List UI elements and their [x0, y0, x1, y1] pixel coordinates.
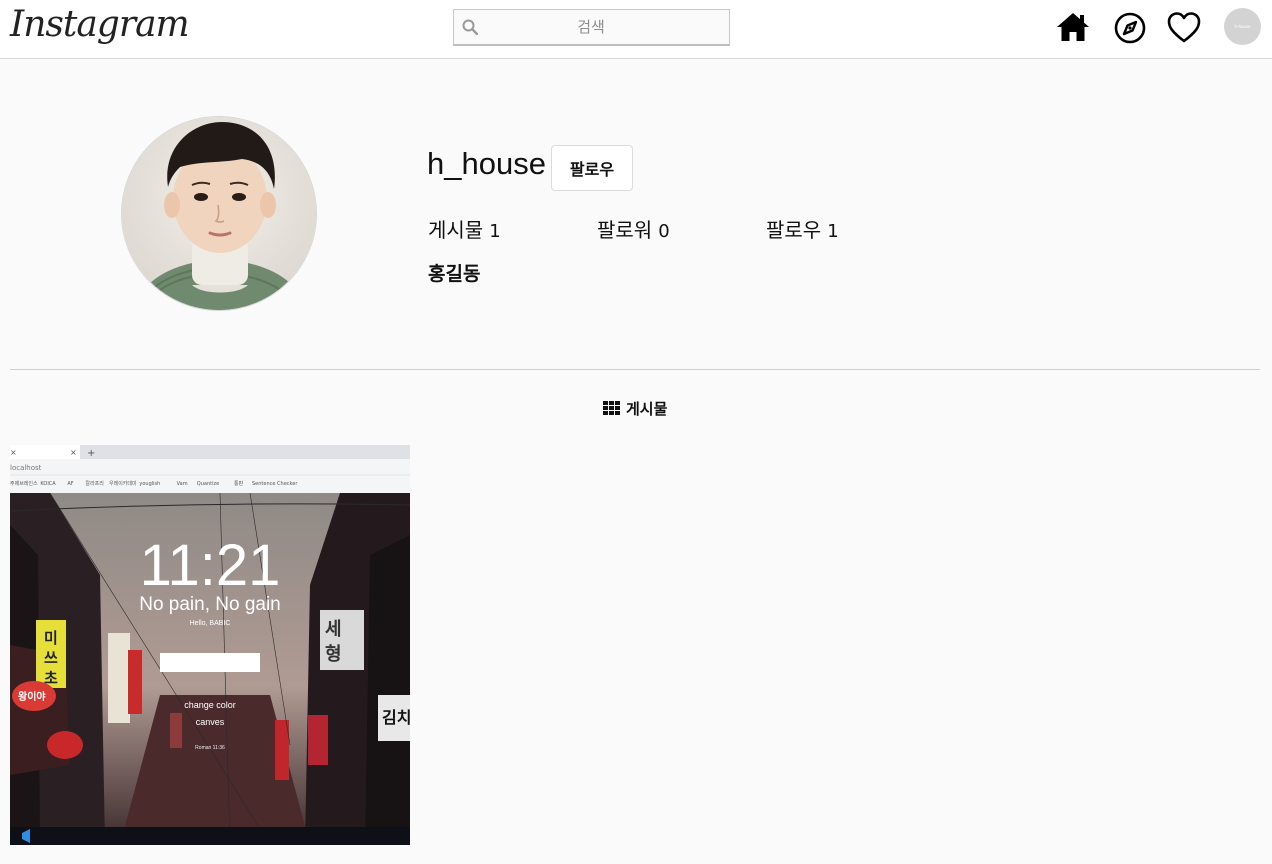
compass-icon[interactable] [1112, 10, 1148, 46]
post-bookmark-item: youglish [139, 481, 160, 487]
tab-posts[interactable]: 게시물 [603, 398, 667, 419]
following-count-stat[interactable]: 팔로우 1 [766, 214, 839, 243]
profile-username: h_house [427, 146, 546, 181]
post-bookmark-item: Quantize [197, 481, 219, 487]
svg-text:+: + [87, 448, 95, 459]
section-divider [10, 369, 1260, 370]
post-verse: Roman 11:36 [195, 745, 225, 751]
followers-count-stat[interactable]: 팔로워 0 [597, 214, 670, 243]
post-image: × × + localhost 주제브레인스 KOICA AF 칼라프리 우레이카데미 y… [10, 445, 410, 845]
following-stat-value: 1 [827, 221, 839, 242]
follow-button[interactable]: 팔로우 [551, 145, 633, 191]
post-bookmark-item: 우레이카데미 [109, 480, 137, 487]
svg-text:형: 형 [325, 644, 342, 665]
top-nav-bar: Instagram h-house [0, 0, 1272, 59]
search-icon [462, 19, 478, 35]
post-thumbnail[interactable]: × × + localhost 주제브레인스 KOICA AF 칼라프리 우레이카데미 y… [10, 445, 410, 845]
followers-stat-value: 0 [658, 221, 670, 242]
profile-avatar-button[interactable]: h-house [1224, 8, 1261, 45]
profile-real-name: 홍길동 [428, 263, 481, 285]
following-stat-label: 팔로우 [766, 218, 822, 242]
post-address-bar: localhost [10, 464, 42, 472]
profile-photo [121, 116, 317, 311]
posts-count-stat: 게시물 1 [428, 214, 501, 243]
post-greeting: Hello, BABIC [190, 620, 231, 627]
post-bookmark-item: Vam [177, 481, 188, 487]
post-clock: 11:21 [140, 533, 281, 598]
posts-stat-value: 1 [489, 221, 501, 242]
search-input[interactable] [486, 10, 696, 43]
svg-text:×: × [70, 448, 77, 457]
svg-text:×: × [10, 448, 17, 457]
grid-icon [603, 401, 620, 416]
post-bookmark-item: KOICA [40, 481, 56, 487]
svg-text:왕이야: 왕이야 [18, 690, 46, 703]
post-bookmark-item: 주제브레인스 [10, 480, 38, 487]
post-motto: No pain, No gain [139, 594, 281, 615]
tab-posts-label: 게시물 [626, 400, 668, 418]
post-bookmark-item: Sentence Checker [252, 481, 298, 487]
post-canvas-label: canves [196, 717, 225, 727]
svg-text:쓰: 쓰 [44, 649, 58, 667]
svg-text:미: 미 [44, 629, 58, 647]
svg-text:김치: 김치 [382, 708, 410, 727]
followers-stat-label: 팔로워 [597, 218, 653, 242]
post-bookmark-item: 칼라프리 [85, 480, 103, 487]
post-input-box [160, 653, 260, 672]
home-icon[interactable] [1055, 10, 1091, 46]
instagram-logo[interactable]: Instagram [10, 4, 190, 45]
post-change-color: change color [184, 700, 236, 710]
svg-text:세: 세 [325, 619, 342, 640]
post-bookmark-item: AF [67, 481, 73, 487]
heart-icon[interactable] [1166, 10, 1202, 46]
posts-stat-label: 게시물 [428, 218, 484, 242]
search-box[interactable] [453, 9, 730, 46]
post-bookmark-item: 통판 [234, 480, 244, 487]
